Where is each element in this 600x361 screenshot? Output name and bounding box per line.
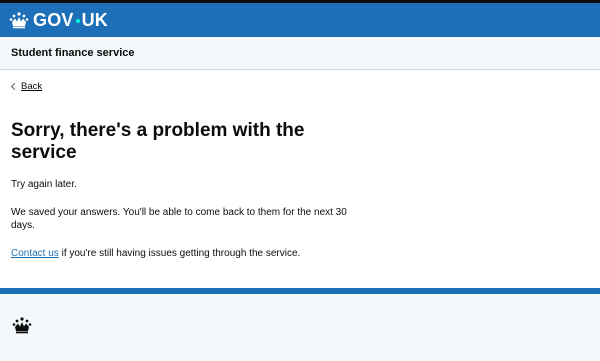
- main-content: Back Sorry, there's a problem with the s…: [0, 70, 600, 260]
- page-title: Sorry, there's a problem with the servic…: [11, 120, 305, 163]
- saved-answers-text: We saved your answers. You'll be able to…: [11, 207, 347, 231]
- chevron-left-icon: [10, 82, 19, 91]
- contact-paragraph: Contact us if you're still having issues…: [11, 247, 356, 260]
- contact-paragraph-rest: if you're still having issues getting th…: [58, 248, 301, 259]
- govuk-wordmark-left: GOV: [33, 9, 74, 30]
- contact-us-link[interactable]: Contact us: [11, 248, 59, 259]
- service-navigation-bar: Student finance service: [0, 37, 600, 70]
- govuk-wordmark-right: UK: [81, 9, 109, 30]
- govuk-logo-link[interactable]: GOV UK: [9, 10, 108, 31]
- back-link[interactable]: Back: [10, 81, 43, 92]
- crown-icon: [9, 11, 29, 29]
- crown-icon: [12, 316, 32, 339]
- govuk-wordmark-dot: [75, 19, 80, 23]
- govuk-header: GOV UK: [0, 3, 600, 37]
- try-again-text: Try again later.: [11, 179, 77, 190]
- govuk-wordmark: GOV UK: [33, 10, 108, 31]
- govuk-footer: [0, 294, 600, 361]
- service-name-link[interactable]: Student finance service: [11, 47, 135, 59]
- back-link-label: Back: [21, 81, 43, 92]
